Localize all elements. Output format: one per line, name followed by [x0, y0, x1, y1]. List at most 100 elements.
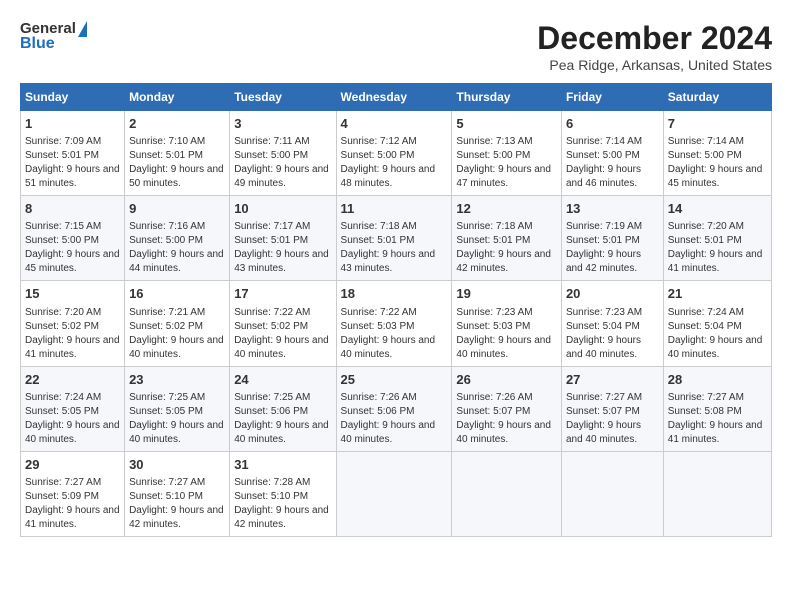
calendar-cell: 17Sunrise: 7:22 AMSunset: 5:02 PMDayligh… — [230, 281, 336, 366]
calendar-cell: 5Sunrise: 7:13 AMSunset: 5:00 PMDaylight… — [452, 111, 562, 196]
cell-info: Sunrise: 7:16 AMSunset: 5:00 PMDaylight:… — [129, 221, 224, 274]
cell-info: Sunrise: 7:09 AMSunset: 5:01 PMDaylight:… — [25, 136, 120, 189]
calendar-cell: 18 Sunrise: 7:22 AMSunset: 5:03 PMDayligh… — [336, 281, 452, 366]
cell-info: Sunrise: 7:14 AMSunset: 5:00 PMDaylight:… — [668, 136, 763, 189]
calendar-table: SundayMondayTuesdayWednesdayThursdayFrid… — [20, 83, 772, 537]
cell-info: Sunrise: 7:24 AMSunset: 5:05 PMDaylight:… — [25, 392, 120, 445]
calendar-cell: 7 Sunrise: 7:14 AMSunset: 5:00 PMDaylight… — [663, 111, 771, 196]
cell-info: Sunrise: 7:27 AMSunset: 5:09 PMDaylight:… — [25, 477, 120, 530]
cell-info: Sunrise: 7:10 AMSunset: 5:01 PMDaylight:… — [129, 136, 224, 189]
cell-info: Sunrise: 7:18 AMSunset: 5:01 PMDaylight:… — [341, 221, 436, 274]
day-number: 18 — [341, 285, 448, 303]
page-subtitle: Pea Ridge, Arkansas, United States — [537, 57, 772, 73]
calendar-cell: 23 Sunrise: 7:25 AMSunset: 5:05 PMDayligh… — [125, 366, 230, 451]
calendar-cell: 9 Sunrise: 7:16 AMSunset: 5:00 PMDaylight… — [125, 196, 230, 281]
calendar-cell: 16 Sunrise: 7:21 AMSunset: 5:02 PMDayligh… — [125, 281, 230, 366]
calendar-cell: 13 Sunrise: 7:19 AMSunset: 5:01 PMDayligh… — [561, 196, 663, 281]
calendar-cell: 12Sunrise: 7:18 AMSunset: 5:01 PMDayligh… — [452, 196, 562, 281]
day-of-week-header: Monday — [125, 84, 230, 111]
calendar-cell: 15 Sunrise: 7:20 AMSunset: 5:02 PMDayligh… — [21, 281, 125, 366]
calendar-cell: 6 Sunrise: 7:14 AMSunset: 5:00 PMDaylight… — [561, 111, 663, 196]
cell-info: Sunrise: 7:11 AMSunset: 5:00 PMDaylight:… — [234, 136, 329, 189]
calendar-cell: 30Sunrise: 7:27 AMSunset: 5:10 PMDayligh… — [125, 451, 230, 536]
calendar-cell: 3 Sunrise: 7:11 AMSunset: 5:00 PMDaylight… — [230, 111, 336, 196]
day-number: 21 — [668, 285, 767, 303]
calendar-cell: 19Sunrise: 7:23 AMSunset: 5:03 PMDayligh… — [452, 281, 562, 366]
cell-info: Sunrise: 7:17 AMSunset: 5:01 PMDaylight:… — [234, 221, 329, 274]
logo: General Blue — [20, 20, 87, 53]
day-number: 10 — [234, 200, 331, 218]
cell-info: Sunrise: 7:20 AMSunset: 5:02 PMDaylight:… — [25, 307, 120, 360]
cell-info: Sunrise: 7:21 AMSunset: 5:02 PMDaylight:… — [129, 307, 224, 360]
day-number: 25 — [341, 371, 448, 389]
cell-info: Sunrise: 7:14 AMSunset: 5:00 PMDaylight:… — [566, 136, 642, 189]
cell-info: Sunrise: 7:22 AMSunset: 5:02 PMDaylight:… — [234, 307, 329, 360]
cell-info: Sunrise: 7:28 AMSunset: 5:10 PMDaylight:… — [234, 477, 329, 530]
day-number: 2 — [129, 115, 225, 133]
day-number: 31 — [234, 456, 331, 474]
calendar-cell: 4Sunrise: 7:12 AMSunset: 5:00 PMDaylight… — [336, 111, 452, 196]
cell-info: Sunrise: 7:20 AMSunset: 5:01 PMDaylight:… — [668, 221, 763, 274]
cell-info: Sunrise: 7:24 AMSunset: 5:04 PMDaylight:… — [668, 307, 763, 360]
cell-info: Sunrise: 7:13 AMSunset: 5:00 PMDaylight:… — [456, 136, 551, 189]
cell-info: Sunrise: 7:27 AMSunset: 5:08 PMDaylight:… — [668, 392, 763, 445]
calendar-cell: 24 Sunrise: 7:25 AMSunset: 5:06 PMDayligh… — [230, 366, 336, 451]
calendar-cell: 28 Sunrise: 7:27 AMSunset: 5:08 PMDayligh… — [663, 366, 771, 451]
calendar-cell: 21 Sunrise: 7:24 AMSunset: 5:04 PMDayligh… — [663, 281, 771, 366]
calendar-cell — [452, 451, 562, 536]
day-number: 16 — [129, 285, 225, 303]
day-number: 19 — [456, 285, 557, 303]
day-number: 8 — [25, 200, 120, 218]
day-number: 22 — [25, 371, 120, 389]
day-number: 26 — [456, 371, 557, 389]
day-number: 20 — [566, 285, 659, 303]
calendar-cell — [561, 451, 663, 536]
cell-info: Sunrise: 7:26 AMSunset: 5:06 PMDaylight:… — [341, 392, 436, 445]
day-number: 28 — [668, 371, 767, 389]
calendar-cell: 1 Sunrise: 7:09 AMSunset: 5:01 PMDaylight… — [21, 111, 125, 196]
day-number: 13 — [566, 200, 659, 218]
title-block: December 2024 Pea Ridge, Arkansas, Unite… — [537, 20, 772, 73]
day-number: 9 — [129, 200, 225, 218]
calendar-cell: 27 Sunrise: 7:27 AMSunset: 5:07 PMDayligh… — [561, 366, 663, 451]
calendar-cell: 31 Sunrise: 7:28 AMSunset: 5:10 PMDayligh… — [230, 451, 336, 536]
day-number: 11 — [341, 200, 448, 218]
calendar-cell: 20Sunrise: 7:23 AMSunset: 5:04 PMDayligh… — [561, 281, 663, 366]
day-number: 3 — [234, 115, 331, 133]
day-number: 29 — [25, 456, 120, 474]
calendar-cell: 29 Sunrise: 7:27 AMSunset: 5:09 PMDayligh… — [21, 451, 125, 536]
calendar-cell — [663, 451, 771, 536]
calendar-cell: 26 Sunrise: 7:26 AMSunset: 5:07 PMDayligh… — [452, 366, 562, 451]
calendar-cell: 25 Sunrise: 7:26 AMSunset: 5:06 PMDayligh… — [336, 366, 452, 451]
day-of-week-header: Tuesday — [230, 84, 336, 111]
cell-info: Sunrise: 7:25 AMSunset: 5:05 PMDaylight:… — [129, 392, 224, 445]
day-number: 1 — [25, 115, 120, 133]
day-of-week-header: Sunday — [21, 84, 125, 111]
calendar-cell: 10 Sunrise: 7:17 AMSunset: 5:01 PMDayligh… — [230, 196, 336, 281]
calendar-cell: 8Sunrise: 7:15 AMSunset: 5:00 PMDaylight… — [21, 196, 125, 281]
day-number: 15 — [25, 285, 120, 303]
cell-info: Sunrise: 7:19 AMSunset: 5:01 PMDaylight:… — [566, 221, 642, 274]
cell-info: Sunrise: 7:25 AMSunset: 5:06 PMDaylight:… — [234, 392, 329, 445]
day-number: 6 — [566, 115, 659, 133]
day-of-week-header: Thursday — [452, 84, 562, 111]
day-number: 14 — [668, 200, 767, 218]
day-of-week-header: Wednesday — [336, 84, 452, 111]
cell-info: Sunrise: 7:22 AMSunset: 5:03 PMDaylight:… — [341, 307, 436, 360]
day-number: 23 — [129, 371, 225, 389]
calendar-cell: 2 Sunrise: 7:10 AMSunset: 5:01 PMDaylight… — [125, 111, 230, 196]
calendar-cell: 14 Sunrise: 7:20 AMSunset: 5:01 PMDayligh… — [663, 196, 771, 281]
cell-info: Sunrise: 7:27 AMSunset: 5:07 PMDaylight:… — [566, 392, 642, 445]
day-of-week-header: Friday — [561, 84, 663, 111]
calendar-cell: 11 Sunrise: 7:18 AMSunset: 5:01 PMDayligh… — [336, 196, 452, 281]
day-number: 7 — [668, 115, 767, 133]
page-header: General Blue December 2024 Pea Ridge, Ar… — [20, 20, 772, 73]
cell-info: Sunrise: 7:27 AMSunset: 5:10 PMDaylight:… — [129, 477, 224, 530]
page-title: December 2024 — [537, 20, 772, 57]
day-number: 24 — [234, 371, 331, 389]
logo-blue: Blue — [20, 35, 87, 53]
day-number: 27 — [566, 371, 659, 389]
day-number: 12 — [456, 200, 557, 218]
cell-info: Sunrise: 7:26 AMSunset: 5:07 PMDaylight:… — [456, 392, 551, 445]
day-of-week-header: Saturday — [663, 84, 771, 111]
